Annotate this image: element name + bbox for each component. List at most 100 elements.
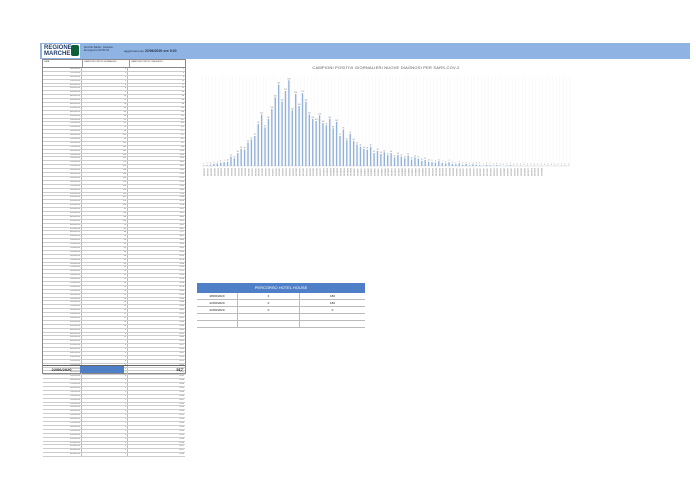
row-daily: 26 <box>82 289 128 293</box>
data-label: 9 <box>224 160 225 162</box>
x-tick-label: 11/03/2020 <box>250 168 252 176</box>
x-tick-label: 04/05/2020 <box>434 168 436 176</box>
row-daily: 1 <box>82 387 128 390</box>
row-cumulative: 1430 <box>179 157 184 160</box>
row-date: 27/02/2020 <box>43 71 82 75</box>
row-daily: 70 <box>82 223 128 227</box>
data-label: 20 <box>394 155 396 157</box>
row-date: 15/03/2020 <box>43 138 82 141</box>
x-tick-label: 15/05/2020 <box>472 168 474 176</box>
chart-bar <box>260 114 263 166</box>
row-daily: 110 <box>82 211 128 215</box>
x-tick-label: 16/03/2020 <box>267 168 269 176</box>
data-label: 32 <box>383 150 385 152</box>
row-date: 13/04/2020 <box>43 250 82 254</box>
x-tick-label: 14/04/2020 <box>366 168 368 176</box>
data-label: 118 <box>318 113 321 115</box>
chart-bar <box>295 94 297 166</box>
row-date: 02/04/2020 <box>43 208 82 211</box>
x-tick-label: 14/05/2020 <box>468 168 470 176</box>
row-cumulative: 4546 <box>179 394 184 397</box>
chart-bar <box>376 151 379 166</box>
x-tick-label: 12/05/2020 <box>462 168 464 176</box>
x-tick-label: 01/06/2020 <box>530 168 532 176</box>
x-tick-label: 19/03/2020 <box>278 168 280 176</box>
data-label: 133 <box>271 107 274 109</box>
data-label: 2 <box>469 163 470 165</box>
row-cumulative: 3727 <box>179 231 184 234</box>
row-date: 17/03/2020 <box>43 145 82 149</box>
row-cumulative: 2563 <box>179 184 184 187</box>
row-cumulative: 4344 <box>179 297 184 300</box>
hotel-house-row <box>197 314 365 321</box>
x-tick-label: 02/03/2020 <box>220 168 222 176</box>
row-cumulative: 4540 <box>179 383 184 386</box>
row-cumulative: 4456 <box>179 324 184 327</box>
row-daily: 0 <box>82 68 128 71</box>
row-daily: 38 <box>82 114 128 118</box>
row-daily: 0 <box>82 425 128 429</box>
row-date: 16/04/2020 <box>43 262 82 266</box>
row-date: 25/03/2020 <box>43 176 82 180</box>
row-date: 14/04/2020 <box>43 254 82 258</box>
chart-bar <box>274 97 276 166</box>
row-date: 19/04/2020 <box>43 274 82 278</box>
chart-bar <box>410 159 413 166</box>
data-label: 2 <box>207 163 208 165</box>
data-label: 170 <box>301 91 304 93</box>
row-date: 05/04/2020 <box>43 219 82 223</box>
row-date: 30/04/2020 <box>43 317 82 320</box>
data-label: 1 <box>561 164 562 166</box>
chart-bar <box>233 158 236 166</box>
data-label: 22 <box>230 155 232 157</box>
data-label: 11 <box>438 159 440 161</box>
row-date: 06/03/2020 <box>43 103 82 106</box>
row-date: 28/03/2020 <box>43 188 82 192</box>
row-date: 04/04/2020 <box>43 215 82 219</box>
row-date: 20/05/2020 <box>43 394 82 398</box>
x-tick-label: 07/03/2020 <box>237 168 239 176</box>
row-cumulative: 3995 <box>179 250 184 253</box>
row-cumulative: 4544 <box>179 390 184 393</box>
hh-cumulative: 180 <box>329 301 335 305</box>
row-cumulative: 4108 <box>179 262 184 265</box>
data-label: 58 <box>353 139 355 141</box>
row-daily: 100 <box>82 204 128 208</box>
x-tick-label: 29/04/2020 <box>417 168 419 176</box>
chart-bar <box>257 124 259 166</box>
row-daily: 45 <box>82 246 128 250</box>
row-cumulative: 4228 <box>179 278 184 281</box>
chart-bar <box>383 152 385 166</box>
row-cumulative: 2793 <box>179 192 184 195</box>
row-date: 09/03/2020 <box>43 114 82 118</box>
chart-bar <box>264 127 266 166</box>
chart-bar <box>458 163 460 166</box>
row-daily: 4 <box>82 375 128 379</box>
row-cumulative: 4403 <box>179 309 184 312</box>
row-cumulative: 930 <box>180 145 184 148</box>
row-daily: 168 <box>82 173 128 176</box>
row-date: 17/05/2020 <box>43 383 82 387</box>
region-logo: REGIONE MARCHE <box>42 44 80 58</box>
hotel-house-row: 22/06/2020 0 180 <box>197 300 365 307</box>
row-cumulative: 2898 <box>179 196 184 199</box>
row-cumulative: 3409 <box>179 215 184 218</box>
x-tick-label: 08/03/2020 <box>240 168 242 176</box>
x-tick-label: 12/03/2020 <box>254 168 256 176</box>
data-label: 4 <box>455 162 456 164</box>
chart-bar <box>427 161 430 166</box>
row-date: 02/05/2020 <box>43 324 82 328</box>
x-tick-label: 02/05/2020 <box>428 168 430 176</box>
chart-bar <box>417 158 420 166</box>
row-daily: 0 <box>82 441 128 445</box>
row-cumulative: 4521 <box>179 359 184 362</box>
row-daily: 140 <box>82 176 128 180</box>
x-tick-label: 06/04/2020 <box>339 168 341 176</box>
x-tick-label: 03/06/2020 <box>537 168 539 176</box>
hh-date: 22/06/2020 <box>197 307 238 313</box>
data-label: 9 <box>449 160 450 162</box>
x-tick-label: 21/04/2020 <box>390 168 392 176</box>
row-date: 23/03/2020 <box>43 169 82 173</box>
data-label: 38 <box>366 148 368 150</box>
row-date: 09/05/2020 <box>43 352 82 355</box>
